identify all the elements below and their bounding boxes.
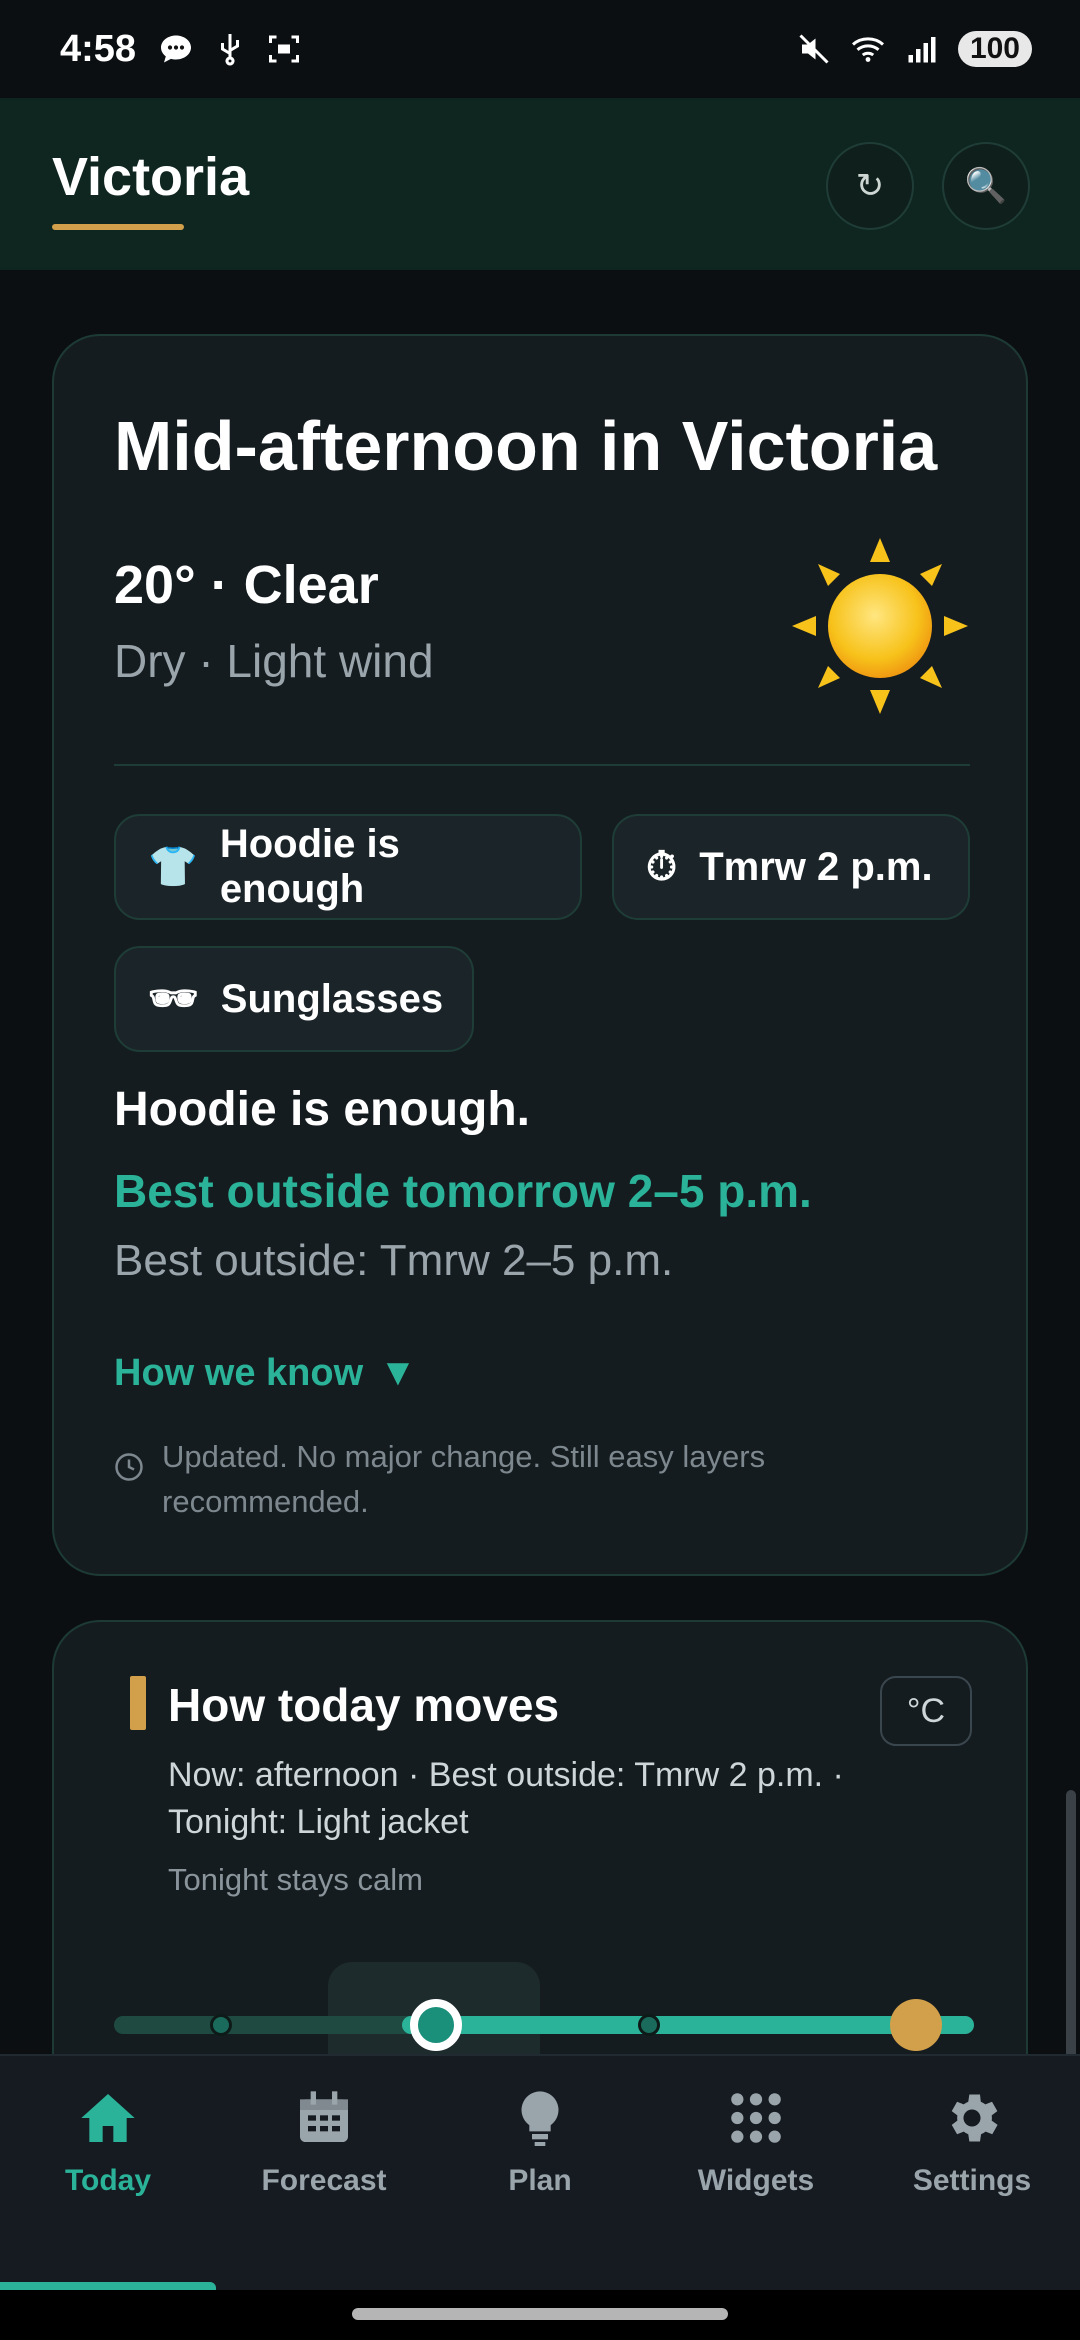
now-card: Mid-afternoon in Victoria 20° · Clear Dr… <box>52 334 1028 1576</box>
divider <box>114 764 970 766</box>
stopwatch-icon: ⏱ <box>646 845 678 889</box>
best-outside-highlight: Best outside tomorrow 2–5 p.m. <box>114 1165 812 1217</box>
status-bar: 4:58 100 <box>0 0 1080 98</box>
chip-sunglasses[interactable]: 🕶 Sunglasses <box>114 946 474 1052</box>
clothing-advice: Hoodie is enough. <box>114 1083 530 1136</box>
refresh-button[interactable]: ↻ <box>826 142 914 230</box>
mute-icon <box>799 34 829 64</box>
timeline-track-fill <box>402 2016 974 2034</box>
section-accent-bar <box>130 1676 146 1730</box>
update-note: Updated. No major change. Still easy lay… <box>114 1434 934 1524</box>
signal-icon <box>908 37 936 63</box>
app-header: Victoria ↻ 🔍 <box>0 98 1080 270</box>
chip-label: Sunglasses <box>220 976 444 1021</box>
home-icon <box>81 2094 135 2142</box>
calendar-icon <box>300 2091 348 2142</box>
how-we-know-label: How we know <box>114 1352 364 1394</box>
sunglasses-icon: 🕶 <box>148 977 199 1021</box>
timeline-point-evening[interactable] <box>638 2014 660 2036</box>
status-notification-icons <box>158 31 302 67</box>
condition-details: Dry · Light wind <box>114 635 434 687</box>
search-button[interactable]: 🔍 <box>942 142 1030 230</box>
temperature-condition: 20° · Clear <box>114 555 379 615</box>
nav-settings[interactable]: Settings <box>872 2086 1072 2226</box>
lightbulb-icon <box>521 2091 559 2146</box>
timeline-point-best[interactable] <box>890 1999 942 2051</box>
unit-toggle-button[interactable]: °C <box>880 1676 972 1746</box>
usb-icon <box>221 34 240 66</box>
now-headline: Mid-afternoon in Victoria <box>114 407 938 485</box>
wifi-icon <box>851 37 884 62</box>
chip-clothing[interactable]: 👕 Hoodie is enough <box>114 814 582 920</box>
timeline-summary: Now: afternoon · Best outside: Tmrw 2 p.… <box>168 1756 844 1841</box>
sun-icon <box>792 538 968 714</box>
update-note-text: Updated. No major change. Still easy lay… <box>162 1439 766 1519</box>
nav-today[interactable]: Today <box>8 2086 208 2226</box>
nav-plan[interactable]: Plan <box>440 2086 640 2226</box>
bottom-nav: Today Forecast Plan Widgets Settings <box>0 2054 1080 2290</box>
status-time: 4:58 <box>60 27 137 70</box>
chip-label: Hoodie is enough <box>219 822 400 911</box>
screenshot-icon <box>269 35 300 63</box>
chip-best-time[interactable]: ⏱ Tmrw 2 p.m. <box>612 814 970 920</box>
city-title[interactable]: Victoria <box>52 146 249 208</box>
triangle-down-icon: ▼ <box>379 1352 417 1394</box>
message-icon <box>161 35 192 63</box>
active-tab-indicator <box>0 2282 216 2290</box>
section-title: How today moves <box>168 1679 560 1731</box>
nav-label: Today <box>64 2164 152 2197</box>
nav-forecast[interactable]: Forecast <box>224 2086 424 2226</box>
chip-label: Tmrw 2 p.m. <box>699 844 933 889</box>
nav-label: Plan <box>508 2164 572 2197</box>
gear-icon <box>951 2094 998 2142</box>
nav-label: Settings <box>912 2164 1032 2197</box>
clock-icon <box>115 1453 143 1481</box>
timeline-note: Tonight stays calm <box>168 1862 423 1897</box>
shirt-icon: 👕 <box>148 845 198 889</box>
refresh-icon: ↻ <box>855 167 885 205</box>
how-we-know-toggle[interactable]: How we know ▼ <box>114 1352 417 1395</box>
timeline-point-morning[interactable] <box>210 2014 232 2036</box>
gesture-handle[interactable] <box>352 2308 728 2320</box>
battery-level: 100 <box>957 31 1032 67</box>
timeline-point-now[interactable] <box>410 1999 462 2051</box>
nav-label: Forecast <box>261 2164 387 2197</box>
best-outside-detail: Best outside: Tmrw 2–5 p.m. <box>114 1236 674 1285</box>
search-icon: 🔍 <box>964 167 1008 205</box>
nav-label: Widgets <box>697 2164 815 2197</box>
grid-icon <box>731 2093 781 2143</box>
scrollbar-thumb[interactable] <box>1066 1790 1076 2060</box>
nav-widgets[interactable]: Widgets <box>656 2086 856 2226</box>
status-system-icons: 100 <box>796 31 1032 67</box>
city-underline <box>52 224 184 230</box>
